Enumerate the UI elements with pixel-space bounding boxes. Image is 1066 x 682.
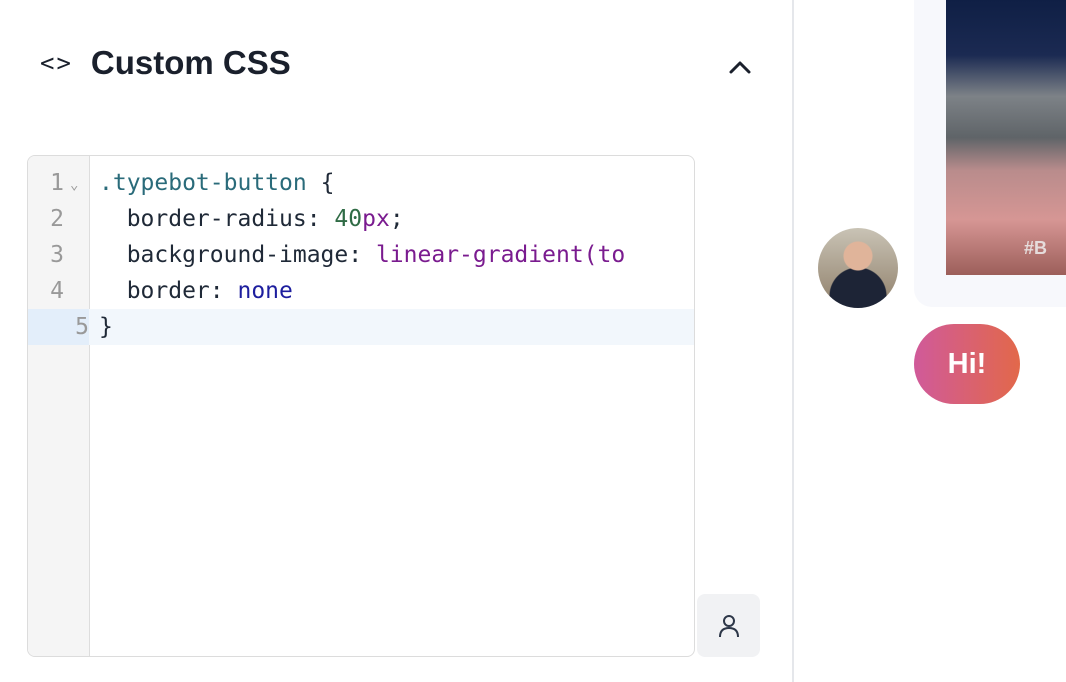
line-number: 5 [28,309,89,345]
css-code-editor[interactable]: 1 ⌄ .typebot-button {2 border-radius: 40px… [27,155,695,657]
line-number: 4 [50,278,64,304]
code-token: } [99,314,113,340]
code-token: ; [389,206,404,232]
bot-avatar [818,228,898,308]
code-line[interactable]: 5} [28,309,694,345]
line-number: 3 [50,242,64,268]
typebot-button[interactable]: Hi! [914,324,1020,404]
settings-panel: <> Custom CSS 1 ⌄ .typebot-button {2 borde… [0,0,792,682]
fold-chevron-icon[interactable]: ⌄ [70,165,78,205]
code-line[interactable]: 4 border: none [28,273,694,309]
code-token: border-radius: [99,206,335,232]
code-text: border: none [99,273,293,309]
code-icon: <> [40,49,73,77]
chevron-up-icon[interactable] [726,54,754,82]
code-token: .typebot-button [99,170,307,196]
code-line[interactable]: 1 ⌄ .typebot-button { [28,165,694,201]
code-text: border-radius: 40px; [99,201,404,237]
line-number: 1 [50,170,64,196]
code-text: background-image: linear-gradient(to [99,237,626,273]
code-token: none [237,278,293,304]
code-text: } [99,309,113,345]
user-icon [718,614,739,637]
user-button[interactable] [697,594,760,657]
code-token: 40 [334,206,363,232]
custom-css-section-header[interactable]: <> Custom CSS [40,44,291,82]
code-token: linear-gradient(to [375,242,626,268]
code-token: px [362,206,390,232]
code-token: { [306,170,335,196]
code-line[interactable]: 3 background-image: linear-gradient(to [28,237,694,273]
code-text: .typebot-button { [99,165,334,201]
code-token: background-image: [99,242,376,268]
line-number: 2 [50,206,64,232]
panel-divider [792,0,794,682]
image-caption: #B [1024,238,1048,258]
section-title: Custom CSS [90,44,291,81]
code-line[interactable]: 2 border-radius: 40px; [28,201,694,237]
code-token: border: [99,278,238,304]
message-image: #B [946,0,1066,275]
